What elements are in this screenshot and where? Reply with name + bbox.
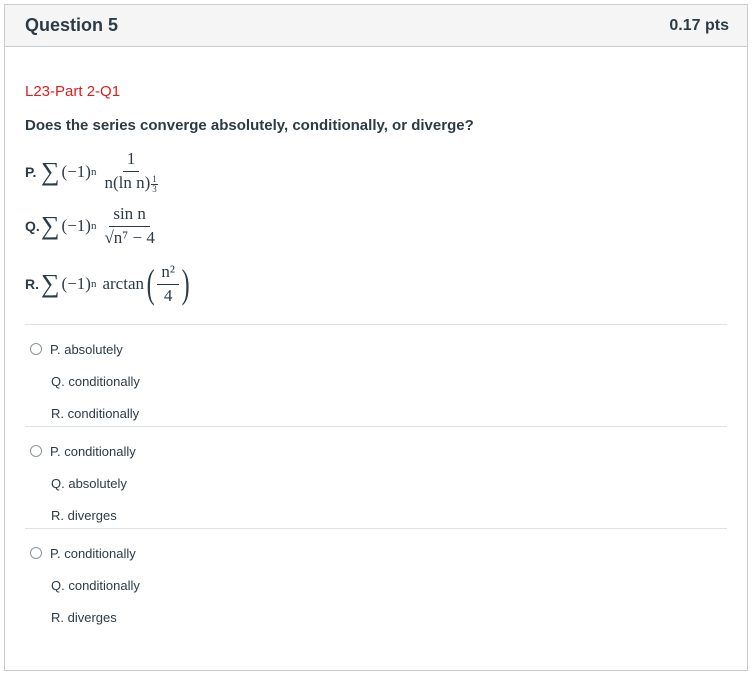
denominator-base: n(ln n) [104, 173, 151, 193]
right-paren: ) [181, 261, 190, 306]
option-line: P. conditionally [5, 537, 747, 569]
option-line: P. conditionally [5, 435, 747, 467]
series-fraction: sin n √n⁷ − 4 [100, 204, 158, 247]
option-line: R. conditionally [51, 405, 140, 421]
answer-option-3[interactable]: P. conditionally Q. conditionally R. div… [5, 529, 747, 630]
series-expression: ∑ (−1) n arctan ( n² 4 ) [41, 261, 192, 306]
question-card: Question 5 0.17 pts L23-Part 2-Q1 Does t… [4, 4, 748, 671]
option-line: P. absolutely [5, 333, 747, 365]
question-points: 0.17 pts [669, 16, 729, 34]
sign-term: (−1) [61, 162, 91, 181]
denominator: 4 [163, 285, 173, 305]
numerator: 1 [122, 150, 140, 173]
denominator: √n⁷ − 4 [104, 227, 155, 247]
sign-exponent: n [90, 166, 97, 178]
sign-term: (−1) [61, 216, 91, 235]
question-body: L23-Part 2-Q1 Does the series converge a… [5, 83, 747, 310]
answer-option-2[interactable]: P. conditionally Q. absolutely R. diverg… [5, 427, 747, 528]
radio-button[interactable] [30, 547, 42, 559]
radio-button[interactable] [30, 343, 42, 355]
numerator: n² [157, 262, 179, 285]
series-fraction: 1 n(ln n) 1 3 [100, 150, 161, 193]
numerator: sin n [109, 204, 150, 227]
sign-term: (−1) [61, 274, 91, 293]
sigma-icon: ∑ [41, 269, 60, 298]
question-prompt: Does the series converge absolutely, con… [25, 117, 474, 134]
question-header: Question 5 0.17 pts [5, 5, 747, 47]
option-line: Q. absolutely [51, 475, 127, 491]
series-q: Q. ∑ (−1) n sin n √n⁷ − 4 [25, 202, 727, 250]
series-expression: ∑ (−1) n sin n √n⁷ − 4 [41, 204, 159, 247]
denominator-exponent: 13 [151, 174, 158, 194]
answer-option-1[interactable]: P. absolutely Q. conditionally R. condit… [5, 325, 747, 426]
sign-exponent: n [90, 278, 97, 290]
question-title: Question 5 [25, 15, 119, 35]
option-text: P. conditionally [50, 443, 136, 459]
series-label: Q. [25, 218, 40, 234]
series-expression: ∑ (−1) n 1 n(ln n) 1 3 [41, 150, 162, 193]
series-p: P. ∑ (−1) n 1 n(ln n) 1 3 [25, 148, 727, 196]
denominator: n(ln n) 1 3 [100, 172, 161, 193]
option-text: P. conditionally [50, 545, 136, 561]
series-label: R. [25, 276, 39, 292]
radio-button[interactable] [30, 445, 42, 457]
sign-exponent: n [90, 220, 97, 232]
arctan-function: arctan [102, 274, 144, 293]
series-label: P. [25, 164, 37, 180]
exponent-denominator: 3 [152, 183, 157, 194]
option-text: P. absolutely [50, 341, 123, 357]
sigma-icon: ∑ [41, 157, 60, 186]
option-line: R. diverges [51, 609, 117, 625]
option-line: R. diverges [51, 507, 117, 523]
part-label: L23-Part 2-Q1 [25, 83, 121, 100]
option-line: Q. conditionally [51, 373, 140, 389]
sigma-icon: ∑ [41, 211, 60, 240]
option-line: Q. conditionally [51, 577, 140, 593]
left-paren: ( [146, 261, 155, 306]
series-r: R. ∑ (−1) n arctan ( n² 4 ) [25, 258, 727, 310]
series-fraction: n² 4 [157, 262, 179, 305]
